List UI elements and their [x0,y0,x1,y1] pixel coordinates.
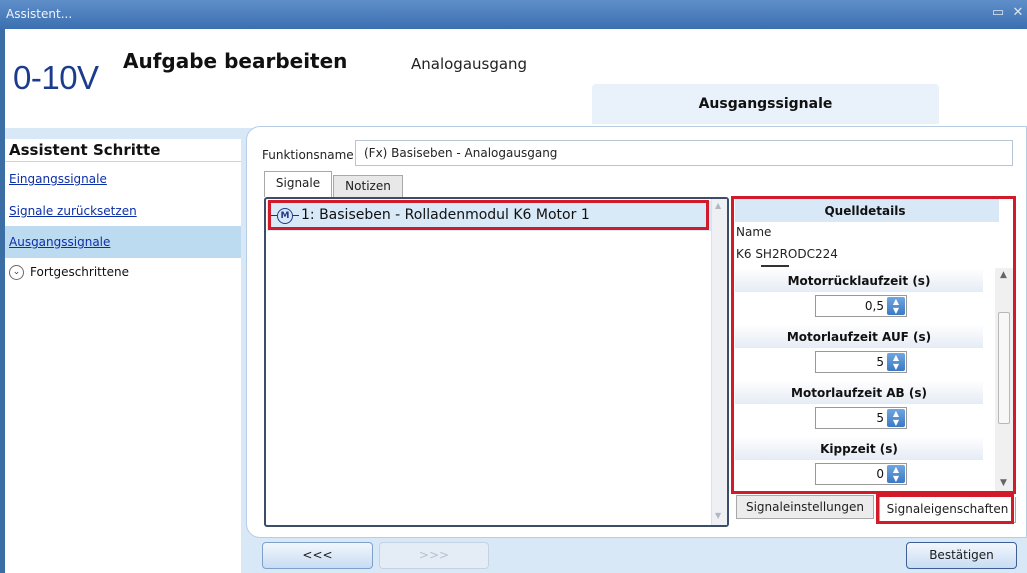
back-button[interactable]: <<< [262,542,373,569]
tab-signale[interactable]: Signale [264,171,332,197]
close-icon[interactable]: ✕ [1010,5,1026,21]
scroll-down-icon[interactable]: ▼ [715,511,721,520]
tab-signaleinstellungen[interactable]: Signaleinstellungen [736,495,874,519]
analog-logo: 0-10V [13,59,99,96]
window-title: Assistent... [6,7,73,21]
chevron-down-icon[interactable]: ⌄ [9,265,24,280]
highlight-box-details [731,196,1016,494]
wizard-window: 0-10V Aufgabe bearbeiten Analogausgang A… [5,29,1027,573]
function-name-label: Funktionsname [262,148,354,162]
signal-list-scrollbar[interactable]: ▲ ▼ [711,199,727,525]
sidebar-item-signale-zuruecksetzen[interactable]: Signale zurücksetzen [5,195,241,227]
page-subtitle: Analogausgang [411,55,528,73]
advanced-expander[interactable]: ⌄ Fortgeschrittene [5,259,241,287]
content-panel: Funktionsname (Fx) Basiseben - Analogaus… [246,126,1027,538]
confirm-button[interactable]: Bestätigen [906,542,1017,569]
advanced-label: Fortgeschrittene [30,265,129,279]
next-button[interactable]: >>> [379,542,489,569]
window-titlebar: Assistent... ▭ ✕ [0,0,1027,29]
sidebar-item-label[interactable]: Ausgangssignale [9,235,110,249]
signal-list: M 1: Basiseben - Rolladenmodul K6 Motor … [264,197,729,527]
sidebar-heading: Assistent Schritte [9,141,161,159]
sidebar-item-ausgangssignale[interactable]: Ausgangssignale [5,226,241,258]
scroll-up-icon[interactable]: ▲ [715,201,721,210]
page-title: Aufgabe bearbeiten [123,49,348,73]
highlight-box-signal [268,200,709,230]
wizard-header: 0-10V Aufgabe bearbeiten Analogausgang A… [5,29,1027,128]
tab-notizen[interactable]: Notizen [333,175,403,197]
sidebar-item-label[interactable]: Signale zurücksetzen [9,204,137,218]
sidebar-item-label[interactable]: Eingangssignale [9,172,107,186]
sidebar-divider [5,161,241,162]
wizard-footer: <<< >>> Bestätigen [241,538,1027,573]
steps-sidebar: Assistent Schritte Eingangssignale Signa… [5,139,241,573]
current-step-tab: Ausgangssignale [592,84,939,124]
restore-icon[interactable]: ▭ [990,5,1006,21]
sidebar-item-eingangssignale[interactable]: Eingangssignale [5,163,241,195]
highlight-box-properties-tab [876,494,1014,524]
function-name-field[interactable]: (Fx) Basiseben - Analogausgang [355,140,1013,166]
